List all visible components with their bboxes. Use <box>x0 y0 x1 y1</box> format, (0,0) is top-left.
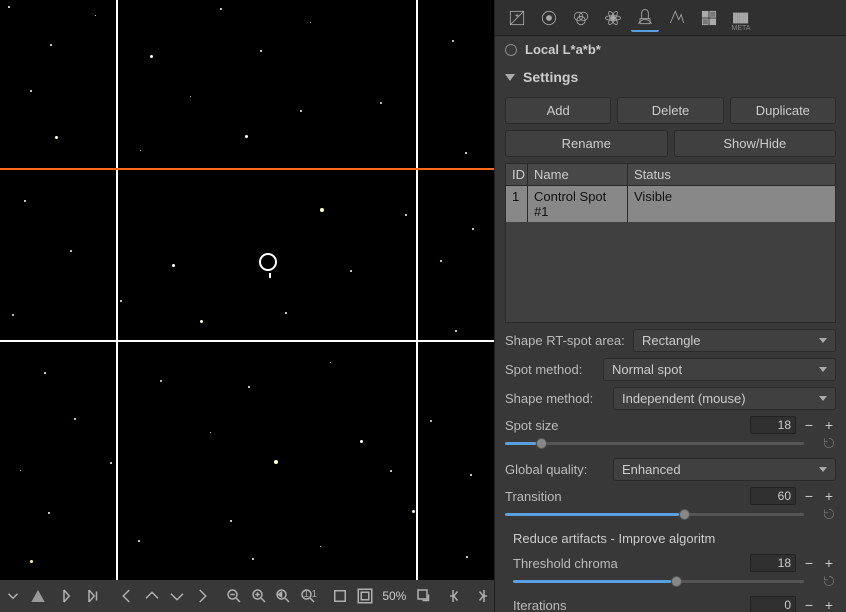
col-name[interactable]: Name <box>528 164 628 185</box>
threshold-chroma-slider[interactable] <box>513 574 816 588</box>
menu-dropdown[interactable] <box>2 584 25 608</box>
transition-label: Transition <box>505 489 744 504</box>
col-id[interactable]: ID <box>506 164 528 185</box>
shape-method-label: Shape method: <box>505 391 605 406</box>
image-viewport[interactable] <box>0 0 494 580</box>
color-tab-icon[interactable] <box>567 4 595 32</box>
nav-left-icon[interactable] <box>116 584 139 608</box>
add-button[interactable]: Add <box>505 97 611 124</box>
global-quality-label: Global quality: <box>505 462 605 477</box>
shape-area-label: Shape RT-spot area: <box>505 333 625 348</box>
meta-tab-icon[interactable]: META <box>727 4 755 32</box>
transform-tab-icon[interactable] <box>663 4 691 32</box>
zoom-in-icon[interactable] <box>247 584 270 608</box>
delete-button[interactable]: Delete <box>617 97 723 124</box>
before-after-lock-icon[interactable] <box>84 584 107 608</box>
image-viewport-pane: 1:1 50% <box>0 0 494 612</box>
spot-method-select[interactable]: Normal spot <box>603 358 836 381</box>
threshold-chroma-dec[interactable]: − <box>802 556 816 570</box>
zoom-level-label: 50% <box>378 589 410 603</box>
iterations-inc[interactable]: + <box>822 598 836 612</box>
settings-section-header[interactable]: Settings <box>495 63 846 91</box>
detail-tab-icon[interactable] <box>535 4 563 32</box>
chevron-down-icon <box>819 467 827 472</box>
before-after-icon[interactable] <box>59 584 82 608</box>
shape-area-select[interactable]: Rectangle <box>633 329 836 352</box>
guide-horizontal-bottom[interactable] <box>0 340 494 342</box>
threshold-chroma-value[interactable]: 18 <box>750 554 796 572</box>
transition-reset-icon[interactable] <box>822 507 836 521</box>
guide-vertical-right[interactable] <box>416 0 418 580</box>
transition-inc[interactable]: + <box>822 489 836 503</box>
transition-dec[interactable]: − <box>802 489 816 503</box>
chevron-down-icon <box>819 338 827 343</box>
shape-method-select[interactable]: Independent (mouse) <box>613 387 836 410</box>
transition-slider[interactable] <box>505 507 816 521</box>
iterations-dec[interactable]: − <box>802 598 816 612</box>
chevron-down-icon <box>819 367 827 372</box>
spot-size-slider[interactable] <box>505 436 816 450</box>
module-title: Local L*a*b* <box>525 42 601 57</box>
nav-up-icon[interactable] <box>141 584 164 608</box>
chevron-down-icon <box>819 396 827 401</box>
spots-table: ID Name Status 1 Control Spot #1 Visible <box>505 163 836 323</box>
toggle-left-panel-icon[interactable] <box>445 584 468 608</box>
table-row[interactable]: 1 Control Spot #1 Visible <box>506 186 835 222</box>
tool-tabs: META <box>495 0 846 36</box>
new-detail-window-icon[interactable] <box>412 584 435 608</box>
nav-right-icon[interactable] <box>190 584 213 608</box>
global-quality-select[interactable]: Enhanced <box>613 458 836 481</box>
nav-down-icon[interactable] <box>165 584 188 608</box>
fit-crop-icon[interactable] <box>354 584 377 608</box>
zoom-100-icon[interactable]: 1:1 <box>297 584 320 608</box>
spot-marker[interactable] <box>259 253 277 271</box>
spot-size-dec[interactable]: − <box>802 418 816 432</box>
exposure-tab-icon[interactable] <box>503 4 531 32</box>
svg-text:1:1: 1:1 <box>303 589 317 600</box>
threshold-chroma-reset-icon[interactable] <box>822 574 836 588</box>
iterations-value[interactable]: 0 <box>750 596 796 612</box>
module-header[interactable]: Local L*a*b* <box>495 36 846 63</box>
threshold-chroma-label: Threshold chroma <box>513 556 744 571</box>
duplicate-button[interactable]: Duplicate <box>730 97 836 124</box>
table-empty-area <box>506 222 835 322</box>
spot-size-reset-icon[interactable] <box>822 436 836 450</box>
toggle-right-panel-icon[interactable] <box>469 584 492 608</box>
col-status[interactable]: Status <box>628 164 835 185</box>
settings-title: Settings <box>523 69 578 85</box>
iterations-label: Iterations <box>513 598 744 612</box>
guide-horizontal-top[interactable] <box>0 168 494 170</box>
threshold-chroma-inc[interactable]: + <box>822 556 836 570</box>
spot-size-value[interactable]: 18 <box>750 416 796 434</box>
spot-size-inc[interactable]: + <box>822 418 836 432</box>
spot-size-label: Spot size <box>505 418 744 433</box>
spot-method-label: Spot method: <box>505 362 595 377</box>
disclosure-icon <box>505 74 515 81</box>
right-panel: META Local L*a*b* Settings Add Delete Du… <box>494 0 846 612</box>
zoom-out-icon[interactable] <box>223 584 246 608</box>
artifacts-subhead: Reduce artifacts - Improve algoritm <box>505 529 836 548</box>
local-tab-icon[interactable] <box>631 4 659 32</box>
showhide-button[interactable]: Show/Hide <box>674 130 837 157</box>
guide-vertical-left[interactable] <box>116 0 118 580</box>
crop-icon[interactable] <box>329 584 352 608</box>
module-enable-radio[interactable] <box>505 44 517 56</box>
raw-tab-icon[interactable] <box>695 4 723 32</box>
viewer-toolbar: 1:1 50% <box>0 580 494 612</box>
transition-value[interactable]: 60 <box>750 487 796 505</box>
hand-tool-icon[interactable] <box>27 584 50 608</box>
rename-button[interactable]: Rename <box>505 130 668 157</box>
zoom-fit-icon[interactable] <box>272 584 295 608</box>
advanced-tab-icon[interactable] <box>599 4 627 32</box>
